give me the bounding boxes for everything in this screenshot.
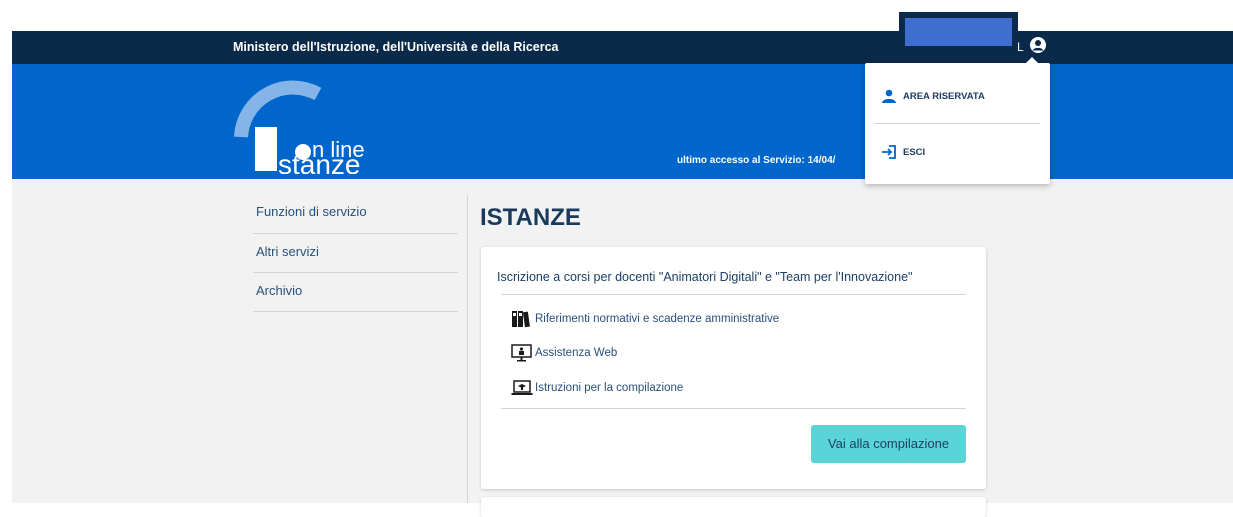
user-dropdown-menu: AREA RISERVATA ESCI: [865, 57, 1050, 184]
vai-alla-compilazione-button[interactable]: Vai alla compilazione: [811, 425, 966, 463]
link-label: Riferimenti normativi e scadenze amminis…: [535, 313, 780, 325]
sidebar-item-altri-servizi[interactable]: Altri servizi: [253, 234, 458, 273]
side-navigation: Funzioni di servizio Altri servizi Archi…: [253, 196, 458, 312]
menu-item-label: ESCI: [903, 146, 926, 158]
menu-item-label: AREA RISERVATA: [903, 90, 985, 102]
user-circle-icon[interactable]: [1029, 36, 1047, 54]
menu-item-esci[interactable]: ESCI: [881, 145, 925, 159]
sidebar-item-archivio[interactable]: Archivio: [253, 273, 458, 312]
card-divider-top: [501, 294, 966, 295]
logo-text-istanze: stanze: [278, 149, 361, 174]
dropdown-separator: [875, 123, 1040, 124]
istanza-card: Iscrizione a corsi per docenti "Animator…: [481, 247, 986, 489]
redacted-block: [905, 18, 1012, 46]
sidebar-item-funzioni-servizio[interactable]: Funzioni di servizio: [253, 196, 458, 234]
assistance-monitor-icon: [511, 344, 532, 362]
link-label: Istruzioni per la compilazione: [535, 382, 684, 394]
menu-item-area-riservata[interactable]: AREA RISERVATA: [881, 89, 985, 103]
page-title: ISTANZE: [480, 204, 581, 231]
ministry-topbar: Ministero dell'Istruzione, dell'Universi…: [12, 12, 1233, 64]
dropdown-caret: [1025, 57, 1039, 64]
user-name-redacted[interactable]: [899, 12, 1018, 52]
link-istruzioni-compilazione[interactable]: Istruzioni per la compilazione: [511, 379, 683, 397]
vertical-divider: [467, 195, 468, 503]
instructions-laptop-icon: [511, 380, 533, 395]
binders-icon: [512, 311, 530, 328]
user-name-tail: L: [1017, 40, 1024, 54]
person-icon: [882, 89, 896, 103]
card-title: Iscrizione a corsi per docenti "Animator…: [497, 270, 913, 284]
card-divider-bottom: [501, 408, 966, 409]
link-riferimenti-normativi[interactable]: Riferimenti normativi e scadenze amminis…: [511, 310, 779, 328]
link-assistenza-web[interactable]: Assistenza Web: [511, 344, 617, 362]
next-card-partial: [481, 497, 986, 517]
main-content: Funzioni di servizio Altri servizi Archi…: [12, 179, 1233, 517]
istanze-online-logo[interactable]: n line stanze: [223, 72, 398, 174]
ministry-name: Ministero dell'Istruzione, dell'Universi…: [233, 40, 559, 54]
last-access-text: ultimo accesso al Servizio: 14/04/: [677, 155, 836, 166]
logout-icon: [882, 145, 896, 159]
link-label: Assistenza Web: [535, 347, 618, 359]
